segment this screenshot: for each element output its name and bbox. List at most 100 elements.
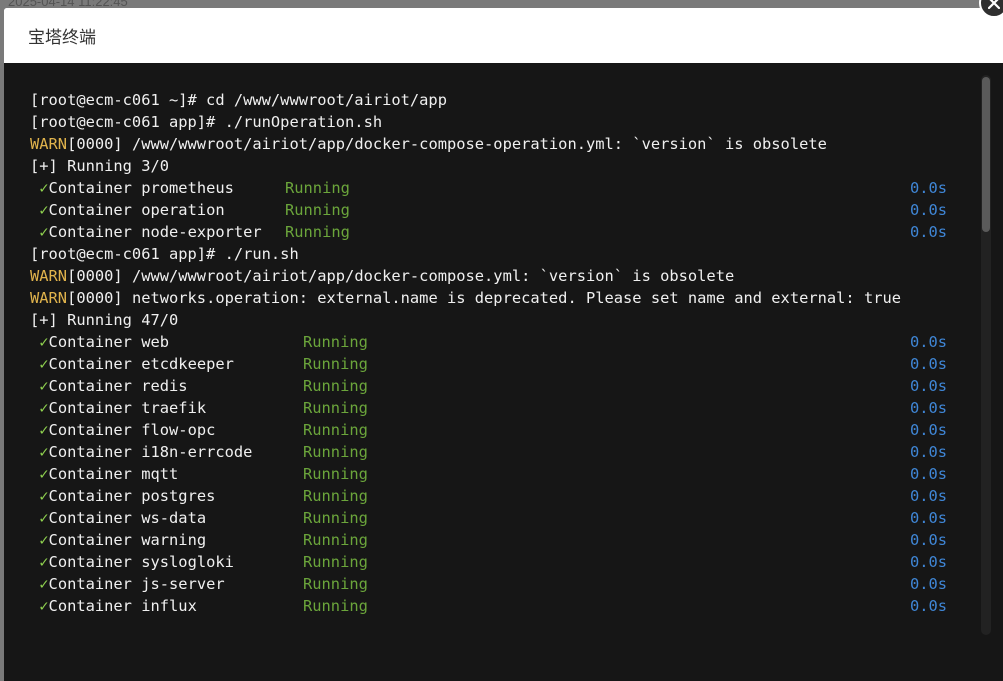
container-name: prometheus (141, 179, 234, 197)
checkmark-icon: ✓ (30, 179, 49, 197)
terminal-line: WARN[0000] networks.operation: external.… (30, 287, 980, 309)
container-status: Running (285, 179, 350, 197)
terminal-line: [root@ecm-c061 ~]# cd /www/wwwroot/airio… (30, 89, 980, 111)
container-entry: ✓Container i18n-errcode (30, 441, 252, 463)
checkmark-icon: ✓ (30, 443, 49, 461)
warn-tag: WARN (30, 135, 68, 153)
container-label: Container (48, 465, 132, 483)
dialog-title: 宝塔终端 (28, 28, 96, 48)
container-name: ws-data (141, 509, 207, 527)
container-timing: 0.0s (910, 443, 948, 461)
container-name: traefik (141, 399, 207, 417)
checkmark-icon: ✓ (30, 223, 49, 241)
terminal-line: ✓Container redis Running 0.0s (30, 375, 980, 397)
container-entry: ✓Container js-server (30, 573, 224, 595)
terminal-line: ✓Container i18n-errcode Running 0.0s (30, 441, 980, 463)
container-entry: ✓Container node-exporter (30, 221, 262, 243)
container-status: Running (303, 487, 368, 505)
container-status: Running (303, 575, 368, 593)
container-label: Container (48, 487, 132, 505)
container-status: Running (303, 509, 368, 527)
container-timing: 0.0s (910, 421, 948, 439)
terminal-line: [+] Running 3/0 (30, 155, 980, 177)
container-status: Running (303, 465, 368, 483)
checkmark-icon: ✓ (30, 377, 49, 395)
container-label: Container (48, 509, 132, 527)
terminal-line: ✓Container operation Running 0.0s (30, 199, 980, 221)
terminal-line: ✓Container etcdkeeper Running 0.0s (30, 353, 980, 375)
container-status: Running (285, 223, 350, 241)
container-timing: 0.0s (910, 179, 948, 197)
container-timing: 0.0s (910, 597, 948, 615)
container-name: node-exporter (141, 223, 262, 241)
checkmark-icon: ✓ (30, 465, 49, 483)
terminal-line: ✓Container prometheus Running 0.0s (30, 177, 980, 199)
container-timing: 0.0s (910, 377, 948, 395)
container-status: Running (303, 355, 368, 373)
container-name: mqtt (141, 465, 179, 483)
terminal-line: ✓Container traefik Running 0.0s (30, 397, 980, 419)
checkmark-icon: ✓ (30, 399, 49, 417)
container-label: Container (48, 399, 132, 417)
terminal-line-text: [0000] /www/wwwroot/airiot/app/docker-co… (67, 267, 735, 285)
container-timing: 0.0s (910, 333, 948, 351)
warn-tag: WARN (30, 267, 68, 285)
checkmark-icon: ✓ (30, 553, 49, 571)
terminal-line: [root@ecm-c061 app]# ./runOperation.sh (30, 111, 980, 133)
container-label: Container (48, 179, 132, 197)
container-label: Container (48, 421, 132, 439)
container-entry: ✓Container traefik (30, 397, 206, 419)
container-timing: 0.0s (910, 201, 948, 219)
container-name: etcdkeeper (141, 355, 234, 373)
checkmark-icon: ✓ (30, 509, 49, 527)
container-status: Running (303, 333, 368, 351)
checkmark-icon: ✓ (30, 201, 49, 219)
container-timing: 0.0s (910, 399, 948, 417)
container-status: Running (303, 443, 368, 461)
container-entry: ✓Container mqtt (30, 463, 178, 485)
container-label: Container (48, 531, 132, 549)
container-name: i18n-errcode (141, 443, 253, 461)
container-label: Container (48, 201, 132, 219)
scrollbar-thumb[interactable] (982, 77, 990, 232)
terminal-line-text: [0000] networks.operation: external.name… (67, 289, 902, 307)
terminal-line-text: [root@ecm-c061 app]# ./runOperation.sh (30, 113, 383, 131)
container-entry: ✓Container flow-opc (30, 419, 215, 441)
container-timing: 0.0s (910, 553, 948, 571)
container-status: Running (303, 553, 368, 571)
terminal-line: [+] Running 47/0 (30, 309, 980, 331)
terminal-line-text: [+] Running 47/0 (30, 311, 179, 329)
container-entry: ✓Container redis (30, 375, 188, 397)
terminal-output[interactable]: [root@ecm-c061 ~]# cd /www/wwwroot/airio… (30, 89, 980, 617)
container-name: operation (141, 201, 225, 219)
terminal-line-text: [root@ecm-c061 ~]# cd /www/wwwroot/airio… (30, 91, 447, 109)
container-entry: ✓Container prometheus (30, 177, 234, 199)
container-entry: ✓Container influx (30, 595, 197, 617)
terminal-line: ✓Container node-exporter Running 0.0s (30, 221, 980, 243)
terminal-line: ✓Container syslogloki Running 0.0s (30, 551, 980, 573)
container-entry: ✓Container web (30, 331, 169, 353)
terminal-line: [root@ecm-c061 app]# ./run.sh (30, 243, 980, 265)
container-name: redis (141, 377, 188, 395)
checkmark-icon: ✓ (30, 355, 49, 373)
container-entry: ✓Container warning (30, 529, 206, 551)
container-name: postgres (141, 487, 216, 505)
container-name: warning (141, 531, 207, 549)
container-status: Running (303, 531, 368, 549)
container-name: web (141, 333, 170, 351)
terminal-line: WARN[0000] /www/wwwroot/airiot/app/docke… (30, 265, 980, 287)
container-label: Container (48, 575, 132, 593)
container-label: Container (48, 553, 132, 571)
terminal-screen[interactable]: [root@ecm-c061 ~]# cd /www/wwwroot/airio… (4, 63, 1003, 681)
container-label: Container (48, 223, 132, 241)
terminal-line: ✓Container influx Running 0.0s (30, 595, 980, 617)
container-timing: 0.0s (910, 531, 948, 549)
terminal-line-text: [+] Running 3/0 (30, 157, 169, 175)
terminal-line: WARN[0000] /www/wwwroot/airiot/app/docke… (30, 133, 980, 155)
terminal-line-text: [root@ecm-c061 app]# ./run.sh (30, 245, 299, 263)
container-status: Running (303, 399, 368, 417)
checkmark-icon: ✓ (30, 597, 49, 615)
container-status: Running (285, 201, 350, 219)
container-name: influx (141, 597, 197, 615)
container-label: Container (48, 597, 132, 615)
